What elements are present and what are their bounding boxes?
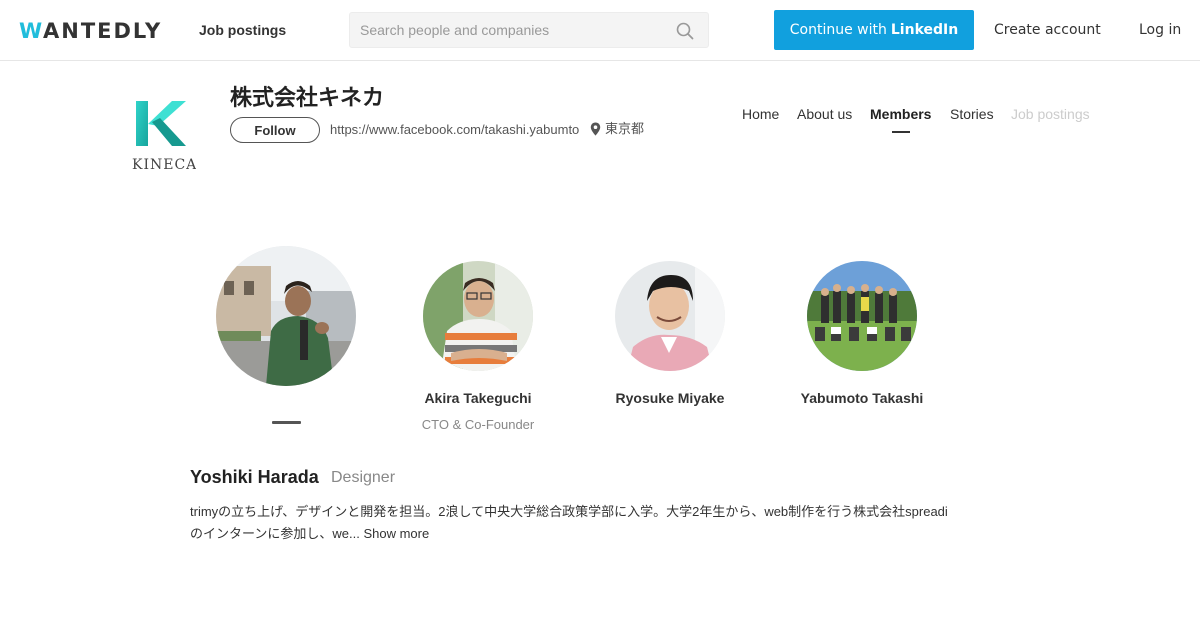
member-avatar-ryosuke-miyake[interactable] [615, 261, 725, 371]
member-photo [615, 261, 725, 371]
show-more-link[interactable]: Show more [363, 526, 429, 541]
member-title: CTO & Co-Founder [421, 417, 535, 432]
selected-member-indicator [272, 421, 301, 424]
top-navigation-bar: W ANTEDLY Job postings Continue with Lin… [0, 0, 1200, 61]
search-box[interactable] [349, 12, 709, 48]
continue-with-linkedin-button[interactable]: Continue with LinkedIn [774, 10, 974, 50]
tab-stories[interactable]: Stories [950, 106, 994, 122]
selected-member-bio-text: trimyの立ち上げ、デザインと開発を担当。2浪して中央大学総合政策学部に入学。… [190, 504, 948, 541]
svg-text:W: W [19, 19, 43, 41]
linkedin-button-prefix: Continue with [789, 22, 887, 38]
member-avatar-yabumoto-takashi[interactable] [807, 261, 917, 371]
member-name[interactable]: Yabumoto Takashi [801, 389, 924, 407]
tab-job-postings[interactable]: Job postings [1011, 106, 1090, 122]
active-tab-indicator [892, 131, 910, 133]
member-photo [423, 261, 533, 371]
member-avatar-yoshiki-harada[interactable] [216, 246, 356, 386]
member-name[interactable]: Ryosuke Miyake [616, 389, 725, 407]
selected-member-name: Yoshiki Harada [190, 467, 319, 487]
tab-members[interactable]: Members [870, 106, 931, 122]
selected-member-role: Designer [331, 469, 396, 486]
member-avatar-akira-takeguchi[interactable] [423, 261, 533, 371]
create-account-link[interactable]: Create account [994, 21, 1101, 39]
search-icon[interactable] [676, 22, 694, 40]
company-logo-text: KINECA [132, 157, 196, 173]
svg-text:ANTEDLY: ANTEDLY [43, 19, 162, 41]
member-photo [807, 261, 917, 371]
company-tabs: Home About us Members Stories Job postin… [0, 106, 1200, 136]
login-link[interactable]: Log in [1139, 21, 1181, 39]
wantedly-logo-mark: W ANTEDLY [19, 19, 162, 41]
tab-home[interactable]: Home [742, 106, 779, 122]
wantedly-logo[interactable]: W ANTEDLY [19, 19, 172, 41]
tab-about-us[interactable]: About us [797, 106, 852, 122]
linkedin-button-brand: LinkedIn [890, 22, 959, 38]
member-photo [216, 246, 356, 386]
selected-member-bio: trimyの立ち上げ、デザインと開発を担当。2浪して中央大学総合政策学部に入学。… [190, 501, 960, 545]
member-name[interactable]: Akira Takeguchi [424, 389, 531, 407]
nav-job-postings-link[interactable]: Job postings [199, 21, 286, 39]
search-input[interactable] [360, 13, 660, 47]
